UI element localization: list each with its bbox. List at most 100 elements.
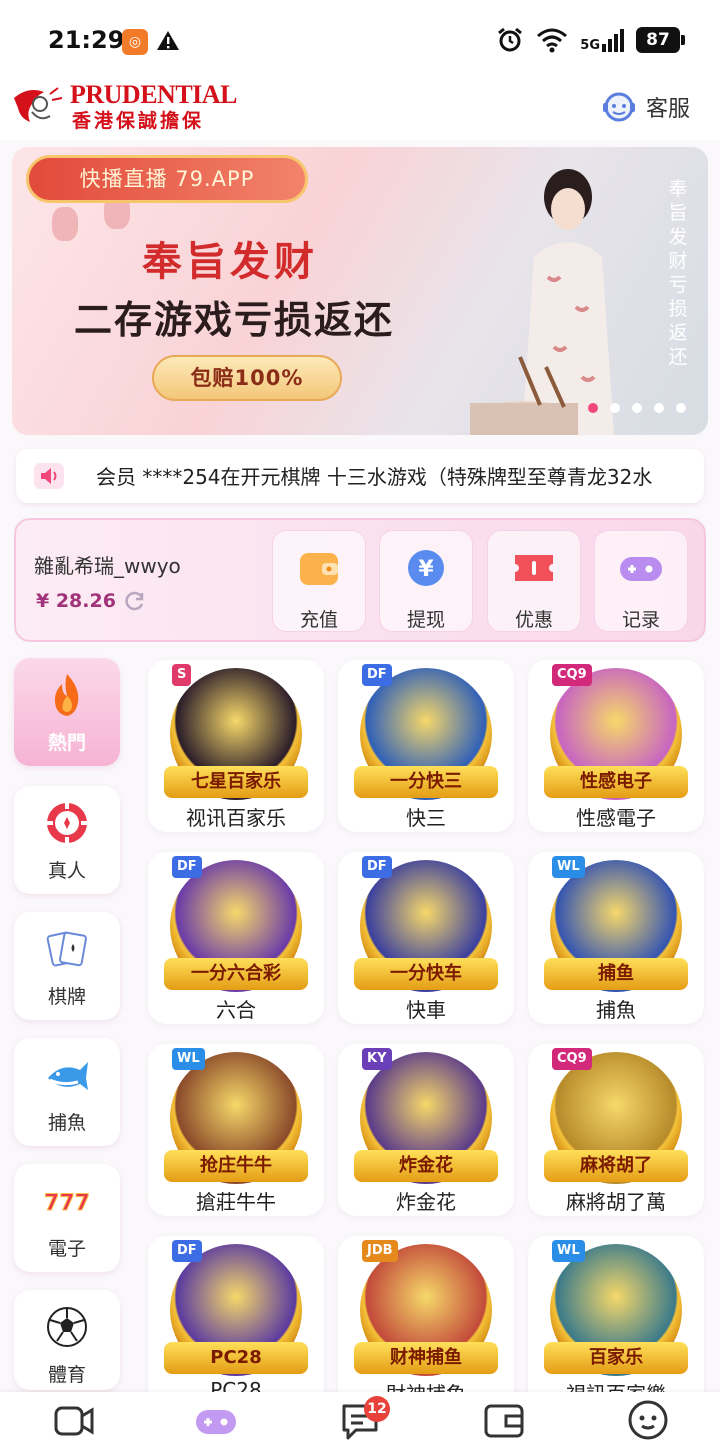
carousel-dots[interactable] [588, 403, 686, 413]
game-name: 搶莊牛牛 [196, 1190, 276, 1214]
game-card[interactable]: DF PC28 PC28 [148, 1236, 324, 1408]
gamepad-icon [620, 557, 662, 581]
category-label: 捕魚 [47, 1112, 86, 1134]
game-logo-text: 炸金花 [354, 1150, 498, 1182]
category-label: 熱門 [47, 732, 86, 754]
game-card[interactable]: DF 一分快车快車 [338, 852, 514, 1024]
banner-tag: 快播直播 79.APP [26, 155, 308, 203]
promotions-button[interactable]: 优惠 [487, 530, 581, 632]
username: 雜亂希瑞_wwyo [34, 554, 181, 578]
game-logo-text: 财神捕鱼 [354, 1342, 498, 1374]
carousel-dot[interactable] [654, 403, 664, 413]
provider-badge: S [172, 664, 192, 686]
tab-profile[interactable] [608, 1398, 688, 1446]
provider-badge: DF [362, 664, 392, 686]
game-name: 麻將胡了萬 [566, 1190, 666, 1214]
game-logo-text: PC28 [164, 1342, 308, 1374]
balance: ¥ 28.26 [36, 590, 116, 612]
alarm-icon [498, 27, 523, 52]
deposit-button[interactable]: 充值 [272, 530, 366, 632]
records-button[interactable]: 记录 [594, 530, 688, 632]
game-logo-text: 七星百家乐 [164, 766, 308, 798]
app-notification-icon: ◎ [122, 29, 148, 55]
provider-badge: WL [172, 1048, 205, 1070]
game-logo-text: 一分六合彩 [164, 958, 308, 990]
game-logo-text: 百家乐 [544, 1342, 688, 1374]
promo-banner[interactable]: 快播直播 79.APP 奉旨发财 二存游戏亏损返还 包赔100% 奉旨发财亏损返… [12, 147, 708, 435]
prudential-logo-icon [14, 87, 63, 122]
profile-face-icon [628, 1400, 668, 1440]
tab-games[interactable] [176, 1398, 256, 1446]
category-label: 體育 [47, 1364, 86, 1386]
signal-icon: 5G [580, 28, 624, 53]
carousel-dot[interactable] [676, 403, 686, 413]
account-panel: 雜亂希瑞_wwyo ¥ 28.26 充值 ¥ 提现 优惠 记录 [14, 518, 706, 642]
refresh-icon[interactable] [124, 590, 146, 612]
warning-icon [157, 31, 179, 50]
banner-model-image [470, 169, 614, 435]
tab-wallet[interactable] [464, 1398, 544, 1446]
game-card[interactable]: WL百家乐視訊百家樂 [528, 1236, 704, 1408]
game-card[interactable]: S 七星百家乐视讯百家乐 [148, 660, 324, 832]
game-card[interactable]: JDB财神捕鱼財神捕魚 [338, 1236, 514, 1408]
customer-service-button[interactable]: 客服 [600, 88, 690, 126]
game-logo-text: 一分快三 [354, 766, 498, 798]
game-card[interactable]: CQ9 麻将胡了 麻將胡了萬 [528, 1044, 704, 1216]
game-name: 快車 [406, 998, 446, 1022]
category-sports[interactable]: 體育 [14, 1290, 120, 1390]
app-header: PRUDENTIAL 香港保誠擔保 客服 [0, 80, 720, 140]
game-name: 快三 [406, 806, 446, 830]
carousel-dot[interactable] [588, 403, 598, 413]
network-type: 5G [580, 37, 600, 53]
game-name: 炸金花 [396, 1190, 456, 1214]
game-name: 视讯百家乐 [186, 806, 286, 830]
coupon-icon [515, 555, 553, 581]
carousel-dot[interactable] [632, 403, 642, 413]
category-chess-cards[interactable]: 棋牌 [14, 912, 120, 1020]
tab-video[interactable] [34, 1398, 114, 1446]
game-card[interactable]: WL 抢庄牛牛 搶莊牛牛 [148, 1044, 324, 1216]
svg-text:¥: ¥ [418, 557, 434, 582]
slot-777-icon: 777 [44, 1191, 91, 1217]
game-card[interactable]: DF 一分六合彩 六合 [148, 852, 324, 1024]
logo-text-cn: 香港保誠擔保 [72, 110, 205, 132]
withdraw-label: 提现 [406, 609, 445, 631]
game-card[interactable]: KY 炸金花 炸金花 [338, 1044, 514, 1216]
banner-title: 奉旨发财 [142, 238, 318, 285]
promotions-label: 优惠 [514, 609, 553, 631]
game-card[interactable]: CQ9 性感电子 性感電子 [528, 660, 704, 832]
category-label: 真人 [47, 860, 86, 882]
game-name: 六合 [216, 998, 256, 1022]
category-label: 電子 [47, 1238, 86, 1260]
category-label: 棋牌 [47, 986, 86, 1008]
battery-indicator: 87 [636, 27, 685, 53]
video-icon [54, 1406, 94, 1436]
provider-badge: DF [172, 1240, 202, 1262]
game-logo-text: 性感电子 [544, 766, 688, 798]
provider-badge: KY [362, 1048, 392, 1070]
speaker-icon [34, 463, 64, 489]
game-card[interactable]: DF 一分快三快三 [338, 660, 514, 832]
category-slots[interactable]: 777 電子 [14, 1164, 120, 1272]
wallet-icon [300, 553, 338, 585]
carousel-dot[interactable] [610, 403, 620, 413]
provider-badge: DF [362, 856, 392, 878]
game-name: 性感電子 [576, 806, 656, 830]
category-fishing[interactable]: 捕魚 [14, 1038, 120, 1146]
wallet-icon [484, 1404, 524, 1438]
announcement-marquee[interactable]: 会员 ****254在开元棋牌 十三水游戏（特殊牌型至尊青龙32水 [16, 449, 704, 503]
soccer-ball-icon [47, 1307, 87, 1347]
provider-badge: CQ9 [552, 1048, 592, 1070]
game-card[interactable]: WL 捕鱼 捕魚 [528, 852, 704, 1024]
tab-messages[interactable]: 12 [320, 1396, 400, 1446]
provider-badge: WL [552, 1240, 585, 1262]
yuan-coin-icon: ¥ [408, 550, 444, 586]
banner-pill: 包赔100% [152, 355, 342, 401]
flame-icon [54, 674, 79, 716]
status-bar: 21:29 ◎ 5G 87 [0, 0, 720, 80]
category-hot[interactable]: 熱門 [14, 658, 120, 766]
withdraw-button[interactable]: ¥ 提现 [379, 530, 473, 632]
category-live[interactable]: 真人 [14, 786, 120, 894]
marquee-text: 会员 ****254在开元棋牌 十三水游戏（特殊牌型至尊青龙32水 [96, 465, 653, 489]
game-logo-text: 一分快车 [354, 958, 498, 990]
